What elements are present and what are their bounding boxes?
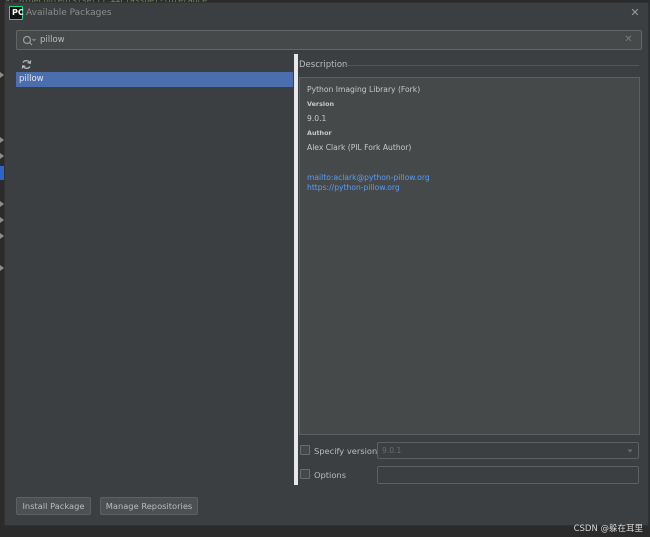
author-label: Author — [307, 129, 332, 137]
description-header: Description — [299, 60, 348, 70]
search-icon — [22, 35, 36, 46]
close-icon[interactable]: ✕ — [629, 7, 641, 19]
list-item[interactable]: pillow — [16, 72, 293, 87]
pycharm-icon: PC — [9, 6, 24, 20]
version-select-value: 9.0.1 — [382, 446, 402, 455]
package-summary: Python Imaging Library (Fork) — [307, 85, 421, 94]
install-package-button[interactable]: Install Package — [16, 497, 91, 515]
version-value: 9.0.1 — [307, 114, 327, 123]
author-value: Alex Clark (PIL Fork Author) — [307, 143, 412, 152]
chevron-down-icon — [627, 449, 633, 453]
search-field[interactable]: ✕ — [16, 30, 642, 50]
options-input[interactable] — [377, 466, 639, 484]
description-panel: Python Imaging Library (Fork) Version 9.… — [299, 77, 640, 435]
version-select[interactable]: 9.0.1 — [377, 442, 639, 459]
manage-repositories-button[interactable]: Manage Repositories — [100, 497, 198, 515]
available-packages-dialog: PC Available Packages ✕ ✕ pillow Descrip… — [4, 2, 649, 526]
description-divider — [344, 65, 639, 66]
search-input[interactable] — [40, 33, 600, 47]
options-label: Options — [314, 470, 347, 480]
watermark: CSDN @躲在耳里 — [573, 524, 643, 534]
specify-version-checkbox[interactable] — [300, 445, 310, 455]
homepage-link[interactable]: https://python-pillow.org — [307, 183, 400, 192]
email-link[interactable]: mailto:aclark@python-pillow.org — [307, 173, 430, 182]
package-list-panel: pillow — [16, 54, 294, 485]
clear-icon[interactable]: ✕ — [623, 34, 634, 45]
specify-version-label: Specify version — [314, 446, 378, 456]
panel-splitter[interactable] — [294, 54, 298, 485]
version-label: Version — [307, 100, 335, 108]
title-bar[interactable]: PC Available Packages ✕ — [5, 3, 648, 25]
options-checkbox[interactable] — [300, 469, 310, 479]
refresh-icon[interactable] — [21, 59, 32, 70]
window-title: Available Packages — [26, 8, 112, 18]
